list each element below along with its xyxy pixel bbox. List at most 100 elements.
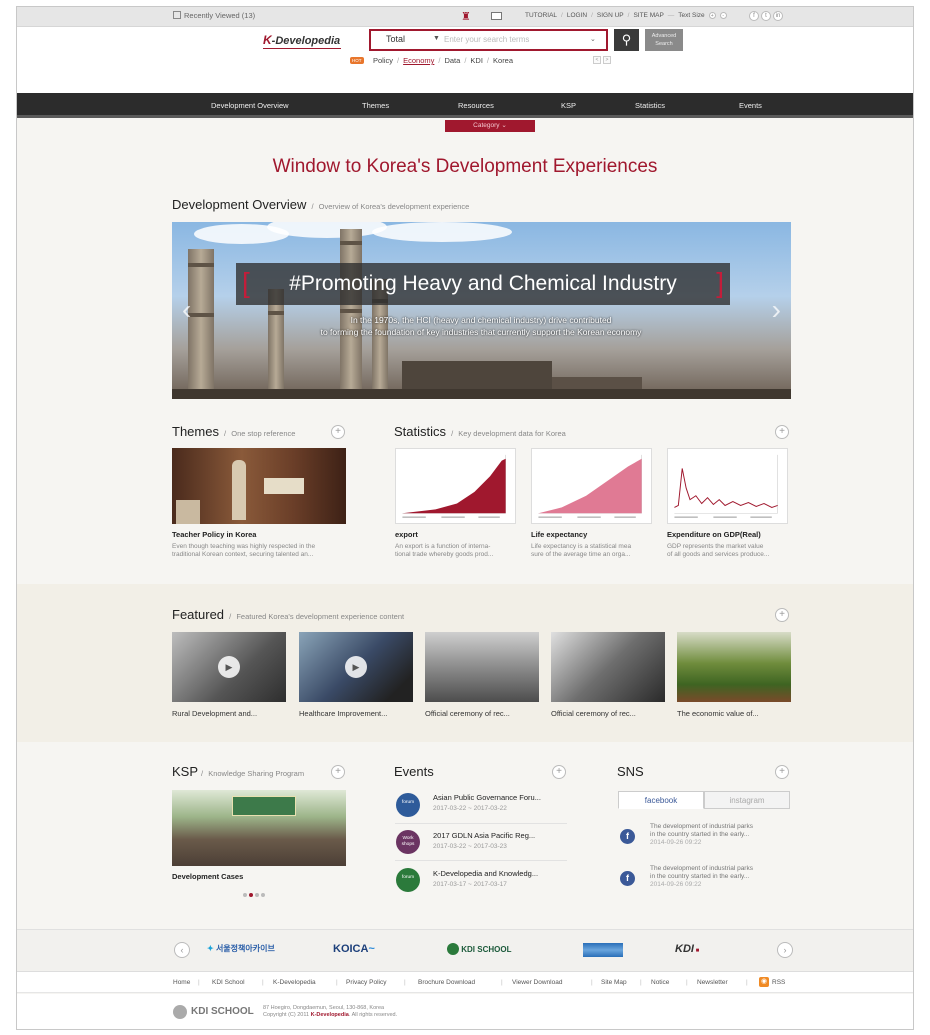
themes-more-icon[interactable]: + — [331, 425, 345, 439]
tutorial-link[interactable]: TUTORIAL — [525, 12, 557, 19]
chevron-down-icon[interactable]: ⌄ — [590, 35, 596, 43]
overview-banner[interactable]: [#Promoting Heavy and Chemical Industry]… — [172, 222, 791, 399]
nav-item-development-overview[interactable]: Development Overview — [211, 101, 289, 110]
sitemap-link[interactable]: SITE MAP — [633, 12, 663, 19]
footer-link-notice[interactable]: Notice — [651, 979, 669, 986]
sns-title[interactable]: SNS — [617, 764, 644, 779]
events-more-icon[interactable]: + — [552, 765, 566, 779]
nav-item-ksp[interactable]: KSP — [561, 101, 576, 110]
featured-thumbnail[interactable] — [425, 632, 539, 702]
government-logo[interactable] — [583, 943, 623, 957]
footer-link-privacy[interactable]: Privacy Policy — [346, 979, 386, 986]
events-title[interactable]: Events — [394, 764, 434, 779]
rss-icon[interactable]: ◉ — [759, 977, 769, 987]
recently-viewed-link[interactable]: Recently Viewed (13) — [173, 11, 255, 20]
footer-link-rss[interactable]: RSS — [772, 979, 785, 986]
page-dot[interactable] — [261, 893, 265, 897]
category-toggle[interactable]: Category ⌄ — [445, 120, 535, 132]
tab-facebook[interactable]: facebook — [618, 791, 704, 809]
footer-link-brochure[interactable]: Brochure Download — [418, 979, 475, 986]
login-link[interactable]: LOGIN — [567, 12, 587, 19]
signup-link[interactable]: SIGN UP — [597, 12, 624, 19]
export-chart[interactable] — [395, 448, 516, 524]
keyword-link[interactable]: KDI — [470, 56, 483, 65]
chevron-right-icon[interactable]: › — [772, 294, 781, 326]
page-dot[interactable] — [243, 893, 247, 897]
sns-post[interactable]: The development of industrial parks in th… — [650, 865, 753, 889]
nav-item-events[interactable]: Events — [739, 101, 762, 110]
statistics-more-icon[interactable]: + — [775, 425, 789, 439]
play-icon[interactable]: ▶ — [345, 656, 367, 678]
event-title[interactable]: Asian Public Governance Foru... — [433, 793, 541, 802]
chevron-right-icon[interactable]: › — [777, 942, 793, 958]
partner-logo-koica[interactable]: KOICA~ — [333, 943, 375, 955]
theme-thumbnail[interactable] — [172, 448, 346, 524]
section-title[interactable]: Statistics — [394, 424, 446, 439]
section-title[interactable]: KSP — [172, 764, 198, 779]
text-size-decrease-icon[interactable]: - — [719, 12, 727, 19]
nav-item-themes[interactable]: Themes — [362, 101, 389, 110]
page-dot-active[interactable] — [249, 893, 253, 897]
home-icon[interactable]: ♜ — [461, 10, 471, 23]
event-title[interactable]: 2017 GDLN Asia Pacific Reg... — [433, 831, 535, 840]
featured-title[interactable]: Healthcare Improvement... — [299, 709, 387, 718]
section-title[interactable]: Featured — [172, 607, 224, 622]
tab-instagram[interactable]: instagram — [704, 791, 790, 809]
footer-link-newsletter[interactable]: Newsletter — [697, 979, 728, 986]
featured-title[interactable]: Official ceremony of rec... — [551, 709, 636, 718]
nav-item-statistics[interactable]: Statistics — [635, 101, 665, 110]
footer-link-viewer[interactable]: Viewer Download — [512, 979, 562, 986]
nav-item-resources[interactable]: Resources — [458, 101, 494, 110]
search-input[interactable]: Enter your search terms — [444, 35, 529, 44]
partner-logo-kdi[interactable]: KDI ■ — [675, 943, 699, 955]
chevron-left-icon[interactable]: ‹ — [174, 942, 190, 958]
partner-logo-kdi-school[interactable]: KDI SCHOOL — [447, 943, 511, 955]
featured-title[interactable]: Rural Development and... — [172, 709, 257, 718]
featured-thumbnail[interactable] — [551, 632, 665, 702]
life-expectancy-chart[interactable] — [531, 448, 652, 524]
featured-more-icon[interactable]: + — [775, 608, 789, 622]
stat-title[interactable]: Expenditure on GDP(Real) — [667, 530, 761, 539]
theme-title[interactable]: Teacher Policy in Korea — [172, 530, 256, 539]
monitor-icon[interactable] — [491, 12, 502, 20]
caret-down-icon[interactable]: ▼ — [433, 35, 440, 42]
ksp-more-icon[interactable]: + — [331, 765, 345, 779]
keyword-link[interactable]: Data — [444, 56, 460, 65]
chevron-left-icon[interactable]: < — [593, 56, 601, 64]
footer-link-kdi-school[interactable]: KDI School — [212, 979, 245, 986]
chevron-right-icon[interactable]: > — [603, 56, 611, 64]
section-title[interactable]: Development Overview — [172, 197, 306, 212]
text-size-increase-icon[interactable]: + — [708, 12, 716, 19]
keyword-link[interactable]: Korea — [493, 56, 513, 65]
partner-logo-seoul[interactable]: ✦ 서울정책아카이브 — [207, 943, 275, 954]
keyword-link-active[interactable]: Economy — [403, 56, 434, 65]
linkedin-icon[interactable]: in — [773, 11, 783, 21]
sns-more-icon[interactable]: + — [775, 765, 789, 779]
advanced-search-button[interactable]: Advanced Search — [645, 29, 683, 51]
page-dot[interactable] — [255, 893, 259, 897]
footer-link-k-developedia[interactable]: K-Developedia — [273, 979, 316, 986]
ksp-caption[interactable]: Development Cases — [172, 872, 243, 881]
featured-thumbnail[interactable] — [677, 632, 791, 702]
featured-title[interactable]: The economic value of... — [677, 709, 759, 718]
featured-title[interactable]: Official ceremony of rec... — [425, 709, 510, 718]
search-button[interactable]: ⚲ — [614, 29, 639, 51]
section-title[interactable]: Themes — [172, 424, 219, 439]
chevron-left-icon[interactable]: ‹ — [182, 294, 191, 326]
site-logo[interactable]: K-Developedia — [263, 33, 341, 49]
search-category-select[interactable]: Total — [386, 34, 405, 44]
play-icon[interactable]: ▶ — [218, 656, 240, 678]
stat-title[interactable]: Life expectancy — [531, 530, 587, 539]
featured-thumbnail[interactable]: ▶ — [299, 632, 413, 702]
footer-link-home[interactable]: Home — [173, 979, 190, 986]
event-title[interactable]: K-Developedia and Knowledg... — [433, 869, 538, 878]
gdp-expenditure-chart[interactable] — [667, 448, 788, 524]
sns-post[interactable]: The development of industrial parks in th… — [650, 823, 753, 847]
facebook-icon[interactable]: f — [749, 11, 759, 21]
featured-thumbnail[interactable]: ▶ — [172, 632, 286, 702]
footer-link-site-map[interactable]: Site Map — [601, 979, 627, 986]
stat-title[interactable]: export — [395, 530, 418, 539]
twitter-icon[interactable]: t — [761, 11, 771, 21]
ksp-thumbnail[interactable] — [172, 790, 346, 866]
keyword-link[interactable]: Policy — [373, 56, 393, 65]
